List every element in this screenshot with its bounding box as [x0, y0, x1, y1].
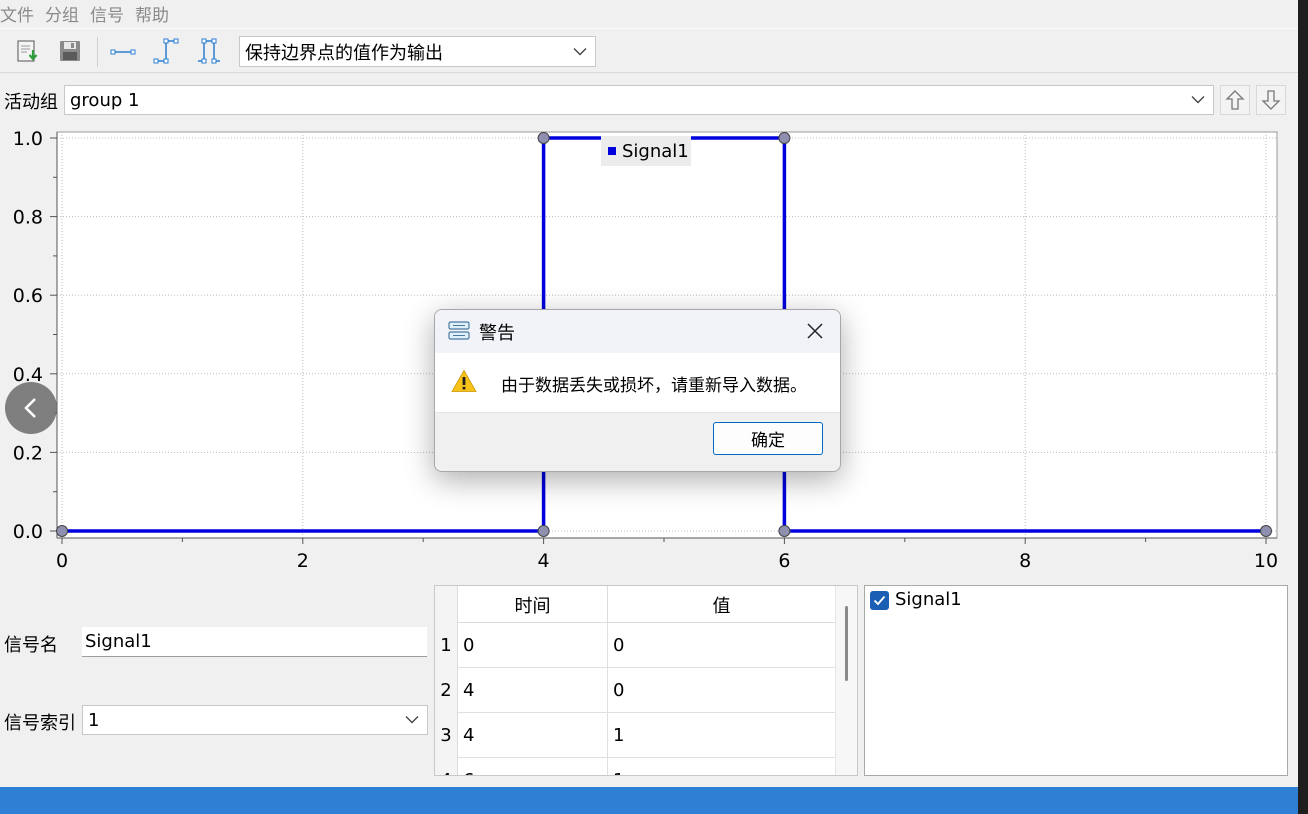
dialog-title: 警告: [479, 323, 515, 344]
x-tick-label: 4: [538, 550, 550, 572]
table-row[interactable]: 461: [435, 758, 836, 775]
cell-time[interactable]: 4: [458, 668, 608, 713]
cell-value[interactable]: 1: [608, 713, 836, 758]
x-tick-label: 0: [56, 550, 68, 572]
scrollbar-thumb[interactable]: [845, 606, 848, 681]
active-group-value: group 1: [70, 89, 140, 111]
save-button[interactable]: [55, 36, 85, 66]
table-row[interactable]: 240: [435, 668, 836, 713]
side-nav-back-button[interactable]: [5, 382, 57, 434]
arrow-down-icon: [1261, 90, 1281, 110]
menu-help[interactable]: 帮助: [133, 1, 178, 26]
signal-data-table[interactable]: 时间 值 100240341461: [434, 585, 858, 776]
table-row[interactable]: 341: [435, 713, 836, 758]
table-corner: [435, 586, 458, 623]
toolbar: 保持边界点的值作为输出: [0, 28, 1298, 73]
signal-index-value: 1: [88, 709, 100, 731]
import-button[interactable]: [13, 36, 43, 66]
table-header: 时间 值: [435, 586, 857, 623]
data-point: [56, 525, 68, 537]
menu-bar: 文件 分组 信号 帮助: [0, 0, 1298, 27]
dialog-footer: 确定: [435, 412, 840, 471]
y-tick-label: 0.0: [13, 521, 43, 543]
close-icon: [807, 323, 823, 339]
pulse-step-button[interactable]: [194, 36, 224, 66]
data-point: [778, 525, 791, 537]
window-edge: [1298, 0, 1308, 814]
signal1-checkbox[interactable]: [870, 591, 889, 610]
cell-value[interactable]: 1: [608, 758, 836, 775]
app-icon: [448, 321, 470, 340]
save-icon: [60, 41, 80, 61]
signal-name-input[interactable]: Signal1: [82, 627, 427, 657]
import-icon: [17, 40, 38, 62]
checkmark-icon: [873, 595, 886, 606]
interpolation-mode-value: 保持边界点的值作为输出: [245, 42, 443, 64]
cell-value[interactable]: 0: [608, 623, 836, 668]
chevron-down-icon: [573, 47, 587, 55]
table-row[interactable]: 100: [435, 623, 836, 668]
signal-list-item-label: Signal1: [895, 589, 962, 610]
line-step-icon: [110, 49, 136, 55]
x-tick-label: 6: [778, 550, 790, 572]
menu-file[interactable]: 文件: [0, 1, 43, 26]
menu-signal[interactable]: 信号: [88, 1, 133, 26]
warning-dialog: 警告 由于数据丢失或损坏，请重新导入数据。 确定: [434, 309, 841, 472]
chevron-left-icon: [24, 398, 36, 418]
x-tick-label: 2: [297, 550, 309, 572]
x-tick-label: 8: [1019, 550, 1031, 572]
legend-label: Signal1: [622, 140, 689, 162]
move-up-button[interactable]: [1220, 85, 1250, 115]
data-point: [1260, 525, 1272, 537]
status-bar: [0, 787, 1298, 814]
signal-name-label: 信号名: [4, 635, 58, 656]
data-point: [537, 132, 550, 144]
rise-step-icon: [153, 38, 179, 64]
y-tick-label: 1.0: [13, 128, 43, 150]
row-index: 2: [435, 668, 458, 713]
interpolation-mode-select[interactable]: 保持边界点的值作为输出: [239, 36, 596, 67]
data-point: [778, 132, 791, 144]
chart-legend: Signal1: [601, 136, 691, 166]
chevron-down-icon: [1191, 96, 1205, 104]
active-group-label: 活动组: [4, 92, 58, 113]
signal-name-value: Signal1: [85, 631, 152, 652]
dialog-close-button[interactable]: [804, 320, 826, 342]
y-tick-label: 0.2: [13, 442, 43, 464]
chevron-down-icon: [405, 716, 419, 724]
y-tick-label: 0.8: [13, 207, 43, 229]
cell-time[interactable]: 0: [458, 623, 608, 668]
cell-time[interactable]: 6: [458, 758, 608, 775]
row-index: 4: [435, 758, 458, 775]
y-tick-label: 0.6: [13, 285, 43, 307]
row-index: 3: [435, 713, 458, 758]
arrow-up-icon: [1225, 90, 1245, 110]
x-tick-label: 10: [1254, 550, 1278, 572]
row-index: 1: [435, 623, 458, 668]
cell-time[interactable]: 4: [458, 713, 608, 758]
dialog-body: 由于数据丢失或损坏，请重新导入数据。: [435, 353, 840, 412]
column-header-value[interactable]: 值: [608, 586, 836, 623]
dialog-message: 由于数据丢失或损坏，请重新导入数据。: [501, 376, 807, 396]
line-step-button[interactable]: [108, 36, 138, 66]
pulse-step-icon: [198, 38, 220, 64]
active-group-select[interactable]: group 1: [64, 85, 1214, 115]
warning-icon: [451, 369, 477, 392]
signal-list: Signal1: [864, 585, 1288, 776]
ok-button[interactable]: 确定: [713, 422, 823, 455]
data-point: [537, 525, 550, 537]
move-down-button[interactable]: [1256, 85, 1286, 115]
column-header-time[interactable]: 时间: [458, 586, 608, 623]
toolbar-separator: [97, 37, 98, 67]
cell-value[interactable]: 0: [608, 668, 836, 713]
menu-group[interactable]: 分组: [43, 1, 88, 26]
legend-swatch: [608, 147, 616, 155]
rise-step-button[interactable]: [151, 36, 181, 66]
table-scrollbar[interactable]: [835, 586, 857, 775]
signal-index-select[interactable]: 1: [82, 705, 428, 735]
signal-index-label: 信号索引: [4, 713, 76, 734]
dialog-title-bar: 警告: [435, 310, 840, 353]
